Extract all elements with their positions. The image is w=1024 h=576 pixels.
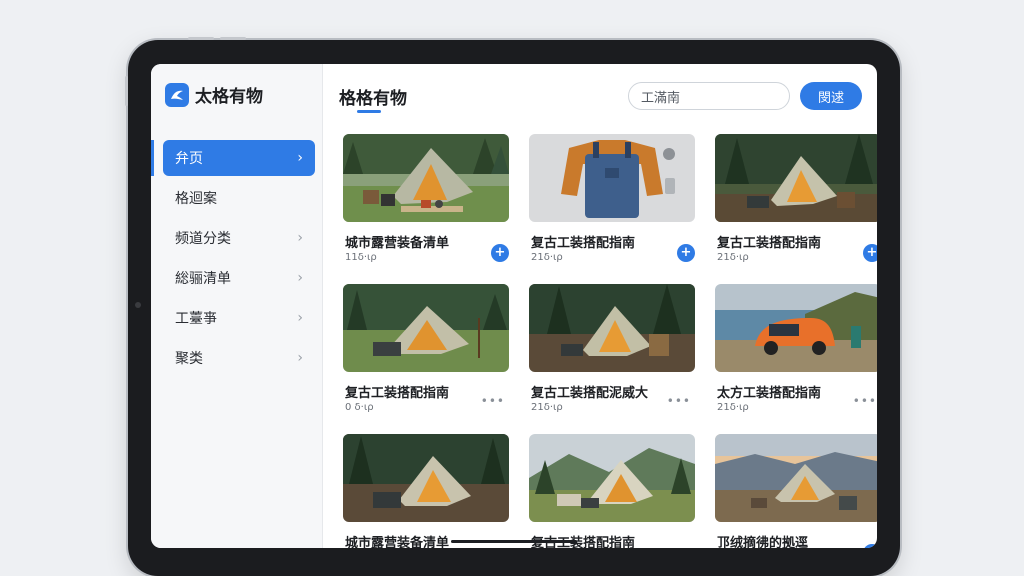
card-title: 城市露营装备清单 [345,236,450,251]
card-thumbnail [529,434,695,522]
content-card[interactable]: 邒绒摘彿的拠逕 + [715,434,877,548]
card-title: 太方工装搭配指南 [717,386,822,401]
add-icon[interactable]: + [863,244,877,262]
card-thumbnail [715,284,877,372]
main-content: 格格有物 閔逑 [323,64,877,548]
sidebar-item-label: 聚类 [175,351,203,367]
card-title: 城市露营装备清单 [345,536,450,548]
screen: 太格有物 弁页 › 格迴案 频道分类 › 総骊清单 › 工薹亊 › 聚类 › 格… [151,64,877,548]
card-thumbnail [715,434,877,522]
card-thumbnail [343,434,509,522]
tablet-device: 太格有物 弁页 › 格迴案 频道分类 › 総骊清单 › 工薹亊 › 聚类 › 格… [125,37,900,576]
content-card[interactable]: 复古工装搭配指南 0 δ·ιρ ••• [343,284,509,422]
card-title: 复古工装搭配泥威大 [531,386,649,401]
content-card[interactable]: 太方工装搭配指南 21δ·ιρ ••• [715,284,877,422]
content-card[interactable]: 城市露营装备清单 [343,434,509,548]
brand-name: 太格有物 [195,87,263,107]
search-button[interactable]: 閔逑 [800,82,862,110]
sidebar-item-label: 総骊清单 [175,271,231,287]
content-card[interactable]: 城市露营装备清单 11δ·ιρ + [343,134,509,272]
more-icon[interactable]: ••• [853,394,877,408]
chevron-right-icon: › [297,310,303,326]
more-icon[interactable]: ••• [667,544,691,548]
card-thumbnail [343,134,509,222]
sidebar-item-home[interactable]: 弁页 › [163,140,315,176]
add-icon[interactable]: + [491,244,509,262]
card-thumbnail [343,284,509,372]
brand-logo-icon [165,82,189,107]
sidebar-item-categories[interactable]: 频道分类 › [163,220,315,256]
card-meta: 21δ·ιρ [531,402,563,413]
chevron-right-icon: › [297,270,303,286]
card-meta: 11δ·ιρ [345,252,377,263]
sidebar-item-label: 频道分类 [175,231,231,247]
sidebar-item-label: 格迴案 [175,191,217,207]
camera [135,302,141,308]
card-grid: 城市露营装备清单 11δ·ιρ + 复古工装搭配指南 21δ·ιρ + 复古工装… [343,134,877,548]
card-title: 复古工装搭配指南 [345,386,450,401]
power-button [125,76,128,106]
content-card[interactable]: 复古工装搭配指南 21δ·ιρ + [529,134,695,272]
card-title: 邒绒摘彿的拠逕 [717,536,809,548]
sidebar-item-label: 弁页 [175,151,203,167]
sidebar-nav: 弁页 › 格迴案 频道分类 › 総骊清单 › 工薹亊 › 聚类 › [163,140,315,380]
card-title: 复古工装搭配指南 [717,236,822,251]
content-card[interactable]: 复古工装搭配泥威大 21δ·ιρ ••• [529,284,695,422]
active-indicator [151,140,154,176]
more-icon[interactable]: ••• [667,394,691,408]
volume-button [188,37,214,40]
chevron-right-icon: › [297,150,303,166]
chevron-right-icon: › [297,350,303,366]
card-meta: 0 δ·ιρ [345,402,374,413]
card-meta: 21δ·ιρ [717,402,749,413]
sidebar-item-workshop[interactable]: 工薹亊 › [163,300,315,336]
sidebar: 太格有物 弁页 › 格迴案 频道分类 › 総骊清单 › 工薹亊 › 聚类 › [151,64,323,548]
sidebar-item-label: 工薹亊 [175,311,217,327]
home-indicator[interactable] [451,540,577,543]
card-thumbnail [529,134,695,222]
card-meta: 21δ·ιρ [717,252,749,263]
card-title: 复古工装搭配指南 [531,236,636,251]
more-icon[interactable]: ••• [481,394,505,408]
search-input[interactable] [628,82,790,110]
page-title: 格格有物 [339,89,407,109]
content-card[interactable]: 复古工装搭配指南 ••• [529,434,695,548]
sidebar-item-lists[interactable]: 総骊清单 › [163,260,315,296]
card-thumbnail [715,134,877,222]
volume-button [220,37,246,40]
sidebar-item-groups[interactable]: 聚类 › [163,340,315,376]
title-underline [357,110,381,113]
add-icon[interactable]: + [677,244,695,262]
brand[interactable]: 太格有物 [165,82,263,107]
add-icon[interactable]: + [863,544,877,548]
chevron-right-icon: › [297,230,303,246]
card-meta: 21δ·ιρ [531,252,563,263]
content-card[interactable]: 复古工装搭配指南 21δ·ιρ + [715,134,877,272]
card-thumbnail [529,284,695,372]
sidebar-item-picks[interactable]: 格迴案 [163,180,315,216]
